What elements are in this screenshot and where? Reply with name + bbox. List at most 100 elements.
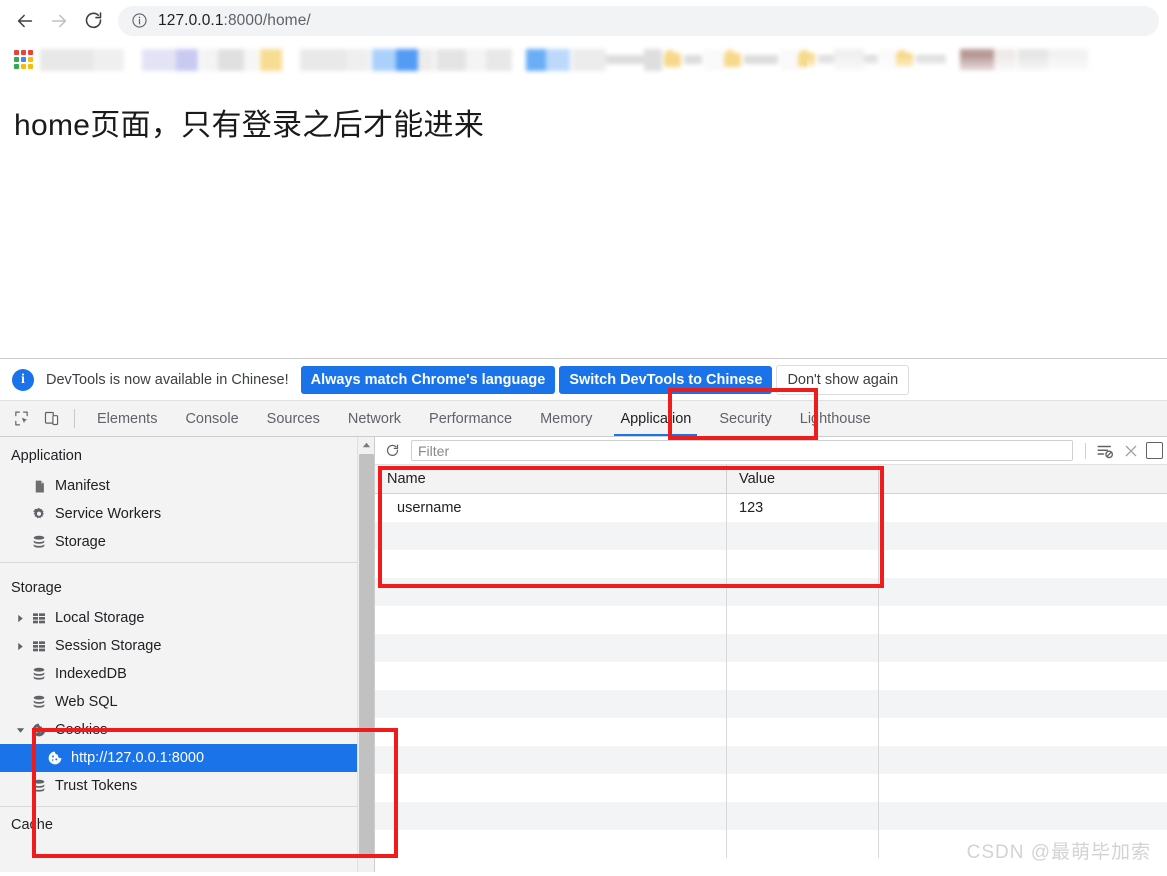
cell-cookie-value [727,634,879,662]
chevron-right-icon[interactable] [12,642,28,651]
column-header-value[interactable]: Value [727,465,879,493]
cookies-filter-toolbar [375,437,1167,465]
sidebar-item-session-storage[interactable]: Session Storage [0,632,374,660]
sidebar-item-web-sql[interactable]: Web SQL [0,688,374,716]
search-input[interactable] [411,440,1073,461]
sidebar-scrollbar[interactable] [357,437,374,872]
tab-performance[interactable]: Performance [415,401,526,436]
cell-cookie-value [727,830,879,858]
table-row[interactable] [375,718,1167,746]
refresh-icon[interactable] [379,439,405,463]
database-icon [28,778,50,794]
table-row[interactable] [375,802,1167,830]
chevron-down-icon[interactable] [12,726,28,735]
address-bar[interactable]: 127.0.0.1:8000/home/ [118,5,1159,36]
browser-toolbar: 127.0.0.1:8000/home/ [0,0,1167,41]
cell-overflow [879,578,1167,606]
sidebar-item-local-storage[interactable]: Local Storage [0,604,374,632]
tab-elements[interactable]: Elements [83,401,171,436]
apps-grid-icon[interactable] [12,49,34,71]
scroll-up-arrow-icon[interactable] [358,437,374,454]
sidebar-divider [0,562,374,563]
tab-security[interactable]: Security [705,401,785,436]
table-row[interactable] [375,634,1167,662]
table-row[interactable] [375,550,1167,578]
sidebar-section-storage-title: Storage [11,580,62,596]
reload-button[interactable] [76,4,110,38]
cell-overflow [879,550,1167,578]
only-show-problematic-cookies-checkbox[interactable] [1146,442,1163,459]
cell-cookie-name [375,578,727,606]
cookies-panel: Name Value username 123 [375,437,1167,872]
clear-filtered-cookies-icon[interactable] [1092,439,1118,463]
tab-network[interactable]: Network [334,401,415,436]
page-title: home页面，只有登录之后才能进来 [14,109,485,142]
sidebar-item-trust-tokens[interactable]: Trust Tokens [0,772,374,800]
bookmark-items-blurred[interactable] [40,46,1161,73]
cell-overflow [879,606,1167,634]
always-match-chrome-language-button[interactable]: Always match Chrome's language [300,365,556,394]
cell-overflow [879,662,1167,690]
cell-cookie-name [375,802,727,830]
sidebar-item-label: Service Workers [55,505,162,522]
devtools-panel: i DevTools is now available in Chinese! … [0,358,1167,872]
sidebar-item-indexeddb[interactable]: IndexedDB [0,660,374,688]
dont-show-again-button[interactable]: Don't show again [776,364,910,395]
table-row[interactable] [375,774,1167,802]
cell-overflow [879,802,1167,830]
page-content: home页面，只有登录之后才能进来 [0,78,1167,358]
table-row[interactable] [375,606,1167,634]
cell-cookie-name [375,550,727,578]
table-row[interactable] [375,578,1167,606]
cell-cookie-name [375,746,727,774]
sidebar-item-label: Manifest [55,477,110,494]
cookie-icon [28,722,50,738]
cell-cookie-value [727,606,879,634]
info-circle-icon[interactable] [130,12,148,30]
url-host: 127.0.0.1 [158,11,224,29]
cell-cookie-name [375,774,727,802]
table-row[interactable]: username 123 [375,494,1167,522]
device-toolbar-icon[interactable] [36,401,66,436]
sidebar-item-service-workers[interactable]: Service Workers [0,500,374,528]
chevron-right-icon[interactable] [12,614,28,623]
devtools-tabbar: Elements Console Sources Network Perform… [0,401,1167,437]
scrollbar-thumb[interactable] [359,454,374,858]
sidebar-section-application-title: Application [11,448,82,464]
sidebar-item-manifest[interactable]: Manifest [0,472,374,500]
forward-button[interactable] [42,4,76,38]
sidebar-item-label: Storage [55,533,106,550]
tab-application[interactable]: Application [606,401,705,436]
cell-cookie-value [727,578,879,606]
sidebar-item-label: Web SQL [55,693,118,710]
sidebar-item-label: Trust Tokens [55,777,138,794]
cell-overflow [879,522,1167,550]
cell-cookie-value [727,746,879,774]
close-x-icon[interactable] [1118,439,1144,463]
table-grid-icon [28,610,50,626]
inspect-element-icon[interactable] [6,401,36,436]
notice-text: DevTools is now available in Chinese! [46,371,289,388]
sidebar-item-cookies[interactable]: Cookies [0,716,374,744]
sidebar-item-cookie-origin[interactable]: http://127.0.0.1:8000 [0,744,374,772]
tab-sources[interactable]: Sources [253,401,334,436]
cell-cookie-value [727,662,879,690]
column-header-name[interactable]: Name [375,465,727,493]
table-row[interactable] [375,690,1167,718]
tab-memory[interactable]: Memory [526,401,606,436]
tab-lighthouse[interactable]: Lighthouse [786,401,885,436]
sidebar-divider [0,806,374,807]
tab-console[interactable]: Console [171,401,252,436]
toolbar-divider [74,409,75,428]
table-row[interactable] [375,662,1167,690]
table-row[interactable] [375,522,1167,550]
table-header-row: Name Value [375,465,1167,494]
table-row[interactable] [375,746,1167,774]
address-bar-url: 127.0.0.1:8000/home/ [158,12,311,30]
cell-cookie-value: 123 [727,494,879,522]
cell-cookie-name [375,606,727,634]
switch-devtools-to-chinese-button[interactable]: Switch DevTools to Chinese [559,365,773,394]
back-button[interactable] [8,4,42,38]
sidebar-item-storage[interactable]: Storage [0,528,374,556]
cell-cookie-name [375,830,727,858]
